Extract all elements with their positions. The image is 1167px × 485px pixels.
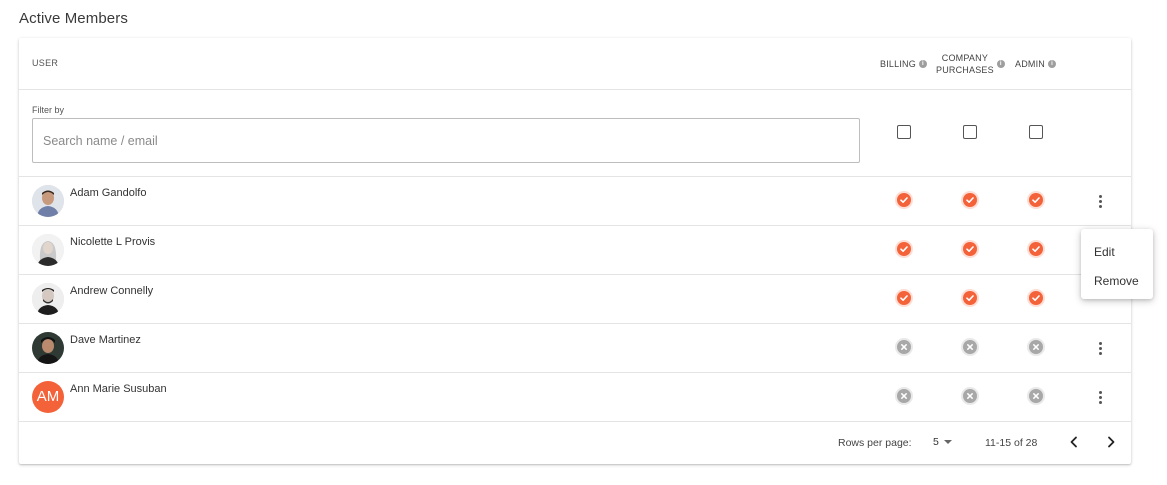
- check-circle-icon: [963, 242, 977, 256]
- table-row: Nicolette L Provis: [19, 226, 1131, 275]
- more-vertical-icon[interactable]: [1092, 194, 1108, 210]
- menu-item-edit[interactable]: Edit: [1081, 238, 1153, 267]
- avatar: [32, 332, 64, 364]
- check-circle-icon: [897, 291, 911, 305]
- check-circle-icon: [963, 291, 977, 305]
- company-purchases-filter-checkbox[interactable]: [963, 125, 977, 139]
- check-circle-icon: [897, 242, 911, 256]
- info-icon[interactable]: i: [1048, 60, 1056, 68]
- x-circle-icon: [1029, 389, 1043, 403]
- x-circle-icon: [963, 340, 977, 354]
- billing-filter-checkbox[interactable]: [897, 125, 911, 139]
- menu-item-remove[interactable]: Remove: [1081, 267, 1153, 296]
- search-input[interactable]: [32, 118, 860, 163]
- more-vertical-icon[interactable]: [1092, 390, 1108, 406]
- table-header: USER BILLING i COMPANY PURCHASES i ADMIN…: [19, 38, 1131, 90]
- member-name: Nicolette L Provis: [70, 236, 156, 248]
- x-circle-icon: [1029, 340, 1043, 354]
- chevron-left-icon[interactable]: [1066, 434, 1082, 450]
- table-row: Dave Martinez: [19, 324, 1131, 373]
- x-circle-icon: [897, 340, 911, 354]
- info-icon[interactable]: i: [996, 60, 1005, 68]
- member-name: Dave Martinez: [70, 334, 141, 346]
- member-name: Adam Gandolfo: [70, 187, 147, 199]
- column-billing: BILLING i: [880, 58, 927, 70]
- avatar: [32, 234, 64, 266]
- avatar: AM: [32, 381, 64, 413]
- avatar: [32, 283, 64, 315]
- check-circle-icon: [1029, 193, 1043, 207]
- check-circle-icon: [1029, 242, 1043, 256]
- members-table: USER BILLING i COMPANY PURCHASES i ADMIN…: [19, 38, 1131, 464]
- filter-row: Filter by: [19, 90, 1131, 177]
- column-company-purchases: COMPANY PURCHASES i: [936, 52, 1005, 76]
- check-circle-icon: [1029, 291, 1043, 305]
- pagination-range: 11-15 of 28: [985, 437, 1038, 449]
- page-title: Active Members: [19, 10, 128, 27]
- check-circle-icon: [963, 193, 977, 207]
- rows-per-page-label: Rows per page:: [838, 437, 912, 449]
- table-row: Andrew Connelly: [19, 275, 1131, 324]
- column-user: USER: [32, 58, 59, 68]
- caret-down-icon: [943, 440, 952, 444]
- check-circle-icon: [897, 193, 911, 207]
- filter-label: Filter by: [32, 105, 65, 115]
- avatar: [32, 185, 64, 217]
- row-context-menu: Edit Remove: [1081, 229, 1153, 299]
- pagination: Rows per page: 5 11-15 of 28: [19, 422, 1131, 464]
- table-row: AM Ann Marie Susuban: [19, 373, 1131, 422]
- rows-per-page-select[interactable]: 5: [933, 436, 952, 448]
- table-row: Adam Gandolfo: [19, 177, 1131, 226]
- admin-filter-checkbox[interactable]: [1029, 125, 1043, 139]
- column-admin: ADMIN i: [1015, 58, 1056, 70]
- member-name: Ann Marie Susuban: [70, 383, 167, 395]
- more-vertical-icon[interactable]: [1092, 341, 1108, 357]
- chevron-right-icon[interactable]: [1103, 434, 1119, 450]
- member-name: Andrew Connelly: [70, 285, 154, 297]
- info-icon[interactable]: i: [918, 60, 927, 68]
- x-circle-icon: [963, 389, 977, 403]
- x-circle-icon: [897, 389, 911, 403]
